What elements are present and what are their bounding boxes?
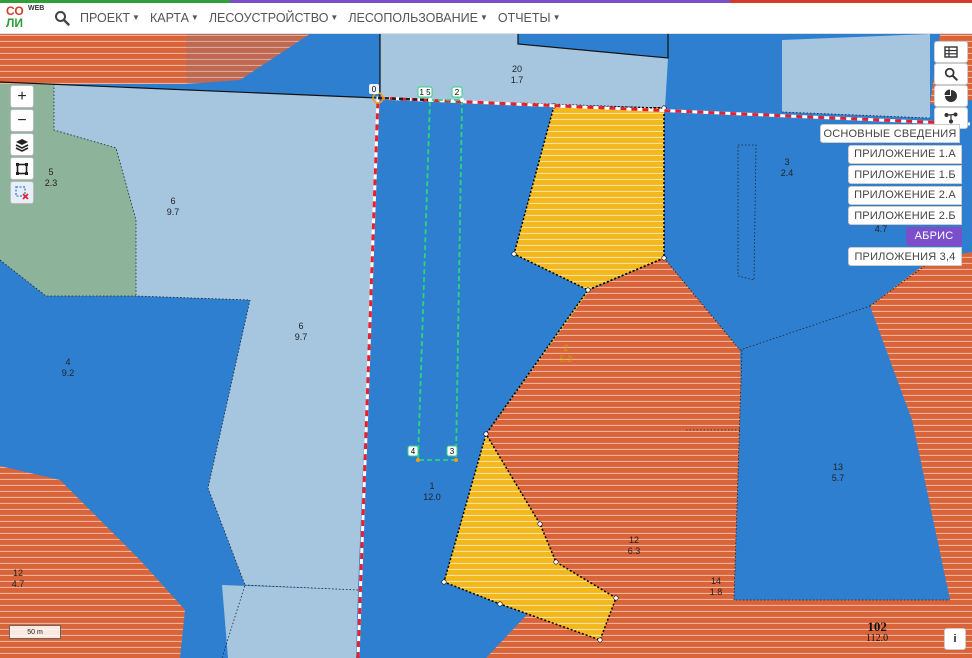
clear-selection-button[interactable] [10,181,34,204]
zoom-in-label: + [17,87,27,105]
stand-label-num: 3 [784,157,789,167]
tab-appendix-34[interactable]: ПРИЛОЖЕНИЯ 3,4 [848,247,962,266]
menu-forest-management-label: ЛЕСОУСТРОЙСТВО [208,11,329,25]
tree-icon [944,112,958,124]
menu-forest-use[interactable]: ЛЕСОПОЛЬЗОВАНИЕ ▼ [348,11,488,25]
caret-down-icon: ▼ [479,13,488,22]
caret-down-icon: ▼ [132,13,140,22]
stand-polygon[interactable] [0,34,186,84]
tab-label: ПРИЛОЖЕНИЕ 2.А [854,189,956,201]
caret-down-icon: ▼ [190,13,199,22]
tab-appendix-2b[interactable]: ПРИЛОЖЕНИЕ 2.Б [848,206,962,225]
tab-appendix-2a[interactable]: ПРИЛОЖЕНИЕ 2.А [848,185,962,205]
stand-label-num: 12 [629,535,639,545]
navbar: СО ЛИ WEB ПРОЕКТ ▼ КАРТА ▼ ЛЕСОУСТРОЙСТВО ▼… [0,3,972,34]
draw-polygon-icon [16,162,28,175]
quarter-stamp: 102 112.0 [866,620,888,644]
report-tabs: ОСНОВНЫЕ СВЕДЕНИЯ ПРИЛОЖЕНИЕ 1.А ПРИЛОЖЕ… [820,124,966,268]
menu-map[interactable]: КАРТА ▼ [150,11,199,25]
clear-selection-icon [15,185,29,200]
stand-label-num: 6 [170,196,175,206]
menu-forest-management[interactable]: ЛЕСОУСТРОЙСТВО ▼ [209,11,339,25]
caret-down-icon: ▼ [330,13,339,22]
tab-appendix-1a[interactable]: ПРИЛОЖЕНИЕ 1.А [848,144,962,164]
stand-label-area: 9.2 [62,368,75,378]
table-icon [944,46,958,58]
menu-forest-use-label: ЛЕСОПОЛЬЗОВАНИЕ [348,11,478,25]
scale-label: 50 m [27,628,43,636]
layers-button[interactable] [10,133,34,156]
pie-chart-icon [944,89,957,102]
stand-label-num: 1 [429,481,434,491]
vertex-point [428,98,432,102]
stand-label-area: 9.7 [167,207,180,217]
stand-label-area: 2.3 [45,178,58,188]
tab-label: АБРИС [914,230,954,242]
map-left-controls: + − [10,85,34,205]
stand-label-area: 5.3 [560,354,573,364]
stand-label-area: 9.7 [295,332,308,342]
stand-polygon[interactable] [782,34,930,118]
menu-reports-label: ОТЧЕТЫ [497,11,551,25]
tab-appendix-1b[interactable]: ПРИЛОЖЕНИЕ 1.Б [848,165,962,184]
info-button[interactable]: i [944,628,966,650]
stand-label-area: 4.7 [12,579,25,589]
stand-label-num: 5 [48,167,53,177]
menu-reports[interactable]: ОТЧЕТЫ ▼ [498,11,561,25]
stand-label-num: 20 [512,64,522,74]
stand-label-num: 4 [65,357,70,367]
stand-label-num: 6 [298,321,303,331]
tab-abris[interactable]: АБРИС [906,226,962,246]
search-icon [944,67,958,81]
point-label-4: 4 [411,447,416,456]
stand-polygon[interactable] [222,585,358,658]
point-label-0: 0 [372,85,377,94]
search-icon [55,11,70,26]
quarter-number: 102 [867,619,887,634]
tab-main-info[interactable]: ОСНОВНЫЕ СВЕДЕНИЯ [820,124,960,143]
caret-down-icon: ▼ [552,13,561,22]
zoom-out-button[interactable]: − [10,109,34,132]
stand-label-num: 14 [711,576,721,586]
app-logo[interactable]: СО ЛИ WEB [4,3,46,33]
stand-label-num: 2 [563,343,568,353]
point-label-2: 2 [455,88,460,97]
point-marker-2[interactable]: 2 [451,86,463,98]
logo-sup: WEB [28,5,45,12]
stand-label-num: 13 [833,462,843,472]
point-label-3: 3 [450,447,455,456]
stand-label-area: 12.0 [423,492,441,502]
stand-label-area: 5.7 [832,473,845,483]
draw-polygon-button[interactable] [10,157,34,180]
point-marker-15[interactable]: 1 5 [417,86,433,98]
tab-label: ПРИЛОЖЕНИЕ 2.Б [854,209,956,222]
layers-icon [15,138,29,152]
tab-label: ОСНОВНЫЕ СВЕДЕНИЯ [823,127,957,140]
logo-line2: ЛИ [6,16,24,30]
quarter-area: 112.0 [866,633,889,644]
scale-bar: 50 m [9,625,61,639]
zoom-out-label: − [17,111,27,129]
vertex-point [460,98,464,102]
stand-label-area: 2.4 [781,168,794,178]
stand-label-area: 1.7 [511,75,524,85]
map-search-button[interactable] [934,63,968,85]
point-label-15: 1 5 [419,88,431,97]
tab-label: ПРИЛОЖЕНИЕ 1.Б [854,168,956,181]
table-button[interactable] [934,41,968,63]
info-label: i [953,633,957,645]
menu-map-label: КАРТА [149,11,189,25]
menu-project-label: ПРОЕКТ [80,11,131,25]
statistics-button[interactable] [934,85,968,107]
zoom-in-button[interactable]: + [10,85,34,108]
stand-label-num: 12 [13,568,23,578]
stand-label-area: 6.3 [628,546,641,556]
map-right-tools [934,41,968,129]
tab-label: ПРИЛОЖЕНИЕ 1.А [854,148,956,160]
nav-search-button[interactable] [50,6,74,30]
tab-label: ПРИЛОЖЕНИЯ 3,4 [854,250,956,263]
menu-project[interactable]: ПРОЕКТ ▼ [80,11,140,25]
stand-label-area: 1.8 [710,587,723,597]
